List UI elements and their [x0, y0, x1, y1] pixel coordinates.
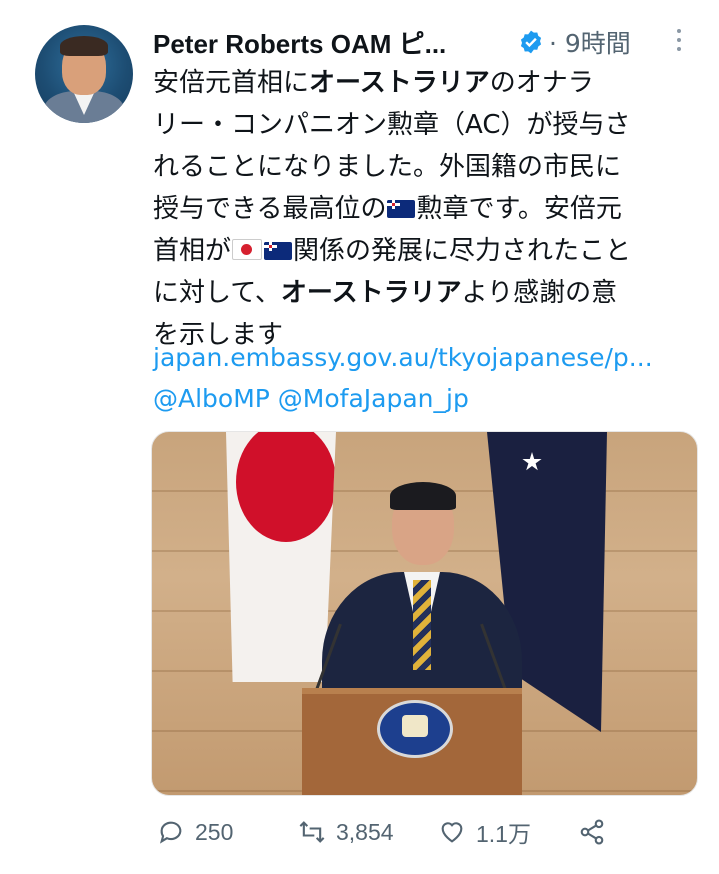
tweet-line: 首相が 関係の発展に尽力されたこと — [153, 236, 632, 266]
podium-emblem — [377, 700, 453, 758]
tweet-line: リー・コンパニオン勲章（AC）が授与さ — [153, 110, 631, 140]
avatar-hair — [60, 36, 108, 56]
tweet-line: 授与できる最高位の 勲章です。安倍元 — [153, 194, 622, 224]
heart-icon — [441, 822, 463, 843]
tweet-header: Peter Roberts OAM ピ... · 9時間 — [153, 22, 693, 62]
separator-dot: · — [549, 29, 557, 58]
more-options-icon[interactable] — [671, 24, 687, 54]
tweet-line: 安倍元首相にオーストラリアのオナラ — [153, 68, 594, 98]
tweet-mentions[interactable]: @AlboMP @MofaJapan_jp — [153, 384, 469, 413]
share-icon — [580, 819, 604, 845]
retweet-count: 3,854 — [336, 818, 394, 845]
share-button[interactable] — [578, 812, 606, 852]
time-ago: 9時間 — [564, 29, 631, 58]
like-count: 1.1万 — [476, 821, 531, 847]
tweet-line: れることになりました。外国籍の市民に — [153, 152, 622, 182]
tweet-body: 安倍元首相にオーストラリアのオナラ リー・コンパニオン勲章（AC）が授与さ れる… — [153, 62, 698, 356]
podium — [302, 688, 522, 795]
author-display-name[interactable]: Peter Roberts OAM ピ... — [153, 24, 446, 61]
australia-flag-icon — [264, 242, 293, 260]
tweet-actions: 250 3,854 1.1万 — [153, 812, 698, 856]
tweet-line: に対して、オーストラリアより感謝の意 — [153, 278, 618, 308]
japan-flag-icon — [232, 239, 263, 260]
author-avatar[interactable] — [35, 25, 133, 123]
reply-button[interactable]: 250 — [157, 812, 233, 852]
retweet-button[interactable]: 3,854 — [298, 812, 394, 852]
retweet-icon — [299, 821, 325, 843]
reply-icon — [159, 821, 182, 844]
verified-badge-icon — [520, 30, 542, 54]
tweet-link[interactable]: japan.embassy.gov.au/tkyojapanese/p... — [153, 343, 653, 372]
australia-flag-icon — [387, 200, 416, 218]
tweet-photo[interactable] — [151, 431, 698, 796]
like-button[interactable]: 1.1万 — [438, 812, 531, 852]
reply-count: 250 — [195, 818, 234, 845]
tweet-timestamp[interactable]: · 9時間 — [549, 24, 631, 60]
